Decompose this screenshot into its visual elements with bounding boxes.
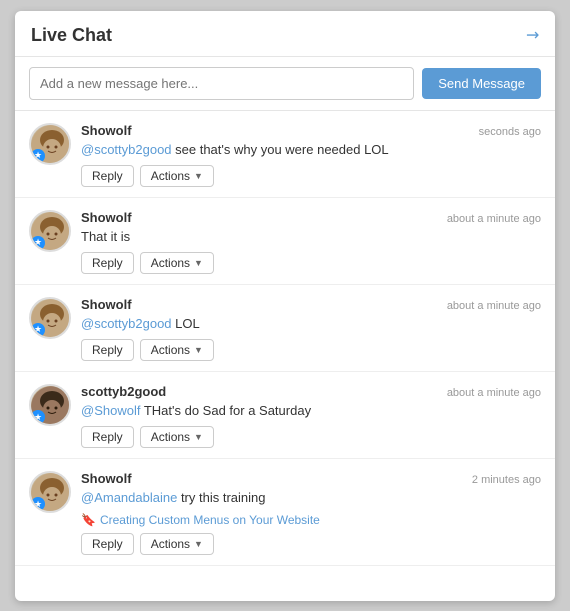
actions-button[interactable]: Actions ▼	[140, 533, 214, 555]
timestamp: about a minute ago	[447, 387, 541, 399]
avatar: ★	[29, 471, 71, 513]
live-chat-panel: Live Chat ↗ Send Message ★ Showolf seconds…	[15, 11, 555, 601]
message-item: ★ Showolf about a minute ago @scottyb2good …	[15, 285, 555, 372]
message-body: Showolf seconds ago @scottyb2good see that…	[81, 123, 541, 187]
message-item: ★ Showolf seconds ago @scottyb2good see tha…	[15, 111, 555, 198]
avatar-star-icon: ★	[31, 149, 45, 163]
message-top: Showolf about a minute ago	[81, 210, 541, 225]
chevron-down-icon: ▼	[194, 171, 203, 181]
avatar-star-icon: ★	[31, 236, 45, 250]
actions-row: Reply Actions ▼	[81, 252, 541, 274]
chevron-down-icon: ▼	[194, 539, 203, 549]
timestamp: seconds ago	[479, 126, 541, 138]
message-top: Showolf 2 minutes ago	[81, 471, 541, 486]
message-plain-text: LOL	[172, 316, 200, 331]
message-item: ★ scottyb2good about a minute ago @Showolf …	[15, 372, 555, 459]
message-item: ★ Showolf about a minute ago That it is Repl…	[15, 198, 555, 285]
actions-row: Reply Actions ▼	[81, 533, 541, 555]
messages-list: ★ Showolf seconds ago @scottyb2good see tha…	[15, 111, 555, 601]
chevron-down-icon: ▼	[194, 432, 203, 442]
mention: @Amandablaine	[81, 490, 177, 505]
reply-button[interactable]: Reply	[81, 252, 134, 274]
message-input-row: Send Message	[15, 57, 555, 111]
avatar-star-icon: ★	[31, 323, 45, 337]
panel-title: Live Chat	[31, 25, 112, 46]
timestamp: about a minute ago	[447, 213, 541, 225]
sender-name: Showolf	[81, 123, 132, 138]
send-message-button[interactable]: Send Message	[422, 68, 541, 99]
message-plain-text: THat's do Sad for a Saturday	[140, 403, 311, 418]
reply-button[interactable]: Reply	[81, 426, 134, 448]
reply-button[interactable]: Reply	[81, 165, 134, 187]
message-text: @Amandablaine try this training	[81, 489, 541, 507]
message-body: Showolf about a minute ago That it is Reply…	[81, 210, 541, 274]
actions-button[interactable]: Actions ▼	[140, 339, 214, 361]
sender-name: Showolf	[81, 297, 132, 312]
message-body: Showolf about a minute ago @scottyb2good L…	[81, 297, 541, 361]
link-row: 🔖 Creating Custom Menus on Your Website	[81, 513, 541, 527]
message-item: ★ Showolf 2 minutes ago @Amandablaine try t…	[15, 459, 555, 566]
sender-name: Showolf	[81, 210, 132, 225]
reply-button[interactable]: Reply	[81, 533, 134, 555]
message-plain-text: see that's why you were needed LOL	[172, 142, 389, 157]
message-top: Showolf seconds ago	[81, 123, 541, 138]
message-body: scottyb2good about a minute ago @Showolf T…	[81, 384, 541, 448]
mention: @scottyb2good	[81, 316, 172, 331]
chevron-down-icon: ▼	[194, 258, 203, 268]
training-link[interactable]: Creating Custom Menus on Your Website	[100, 513, 320, 527]
actions-button[interactable]: Actions ▼	[140, 165, 214, 187]
actions-button[interactable]: Actions ▼	[140, 252, 214, 274]
bookmark-icon: 🔖	[81, 513, 96, 527]
message-top: scottyb2good about a minute ago	[81, 384, 541, 399]
actions-label: Actions	[151, 256, 190, 270]
message-plain-text: try this training	[177, 490, 265, 505]
actions-label: Actions	[151, 430, 190, 444]
mention: @Showolf	[81, 403, 140, 418]
actions-row: Reply Actions ▼	[81, 426, 541, 448]
timestamp: 2 minutes ago	[472, 474, 541, 486]
chevron-down-icon: ▼	[194, 345, 203, 355]
message-text: @scottyb2good LOL	[81, 315, 541, 333]
actions-label: Actions	[151, 343, 190, 357]
avatar: ★	[29, 384, 71, 426]
actions-row: Reply Actions ▼	[81, 339, 541, 361]
message-plain-text: That it is	[81, 229, 130, 244]
actions-button[interactable]: Actions ▼	[140, 426, 214, 448]
actions-row: Reply Actions ▼	[81, 165, 541, 187]
message-text: That it is	[81, 228, 541, 246]
sender-name: Showolf	[81, 471, 132, 486]
reply-button[interactable]: Reply	[81, 339, 134, 361]
avatar: ★	[29, 123, 71, 165]
avatar-star-icon: ★	[31, 410, 45, 424]
message-text: @Showolf THat's do Sad for a Saturday	[81, 402, 541, 420]
actions-label: Actions	[151, 169, 190, 183]
message-input[interactable]	[29, 67, 414, 100]
message-text: @scottyb2good see that's why you were ne…	[81, 141, 541, 159]
message-body: Showolf 2 minutes ago @Amandablaine try th…	[81, 471, 541, 555]
panel-header: Live Chat ↗	[15, 11, 555, 57]
avatar: ★	[29, 210, 71, 252]
actions-label: Actions	[151, 537, 190, 551]
sender-name: scottyb2good	[81, 384, 166, 399]
message-top: Showolf about a minute ago	[81, 297, 541, 312]
expand-icon[interactable]: ↗	[520, 23, 544, 47]
mention: @scottyb2good	[81, 142, 172, 157]
timestamp: about a minute ago	[447, 300, 541, 312]
avatar: ★	[29, 297, 71, 339]
